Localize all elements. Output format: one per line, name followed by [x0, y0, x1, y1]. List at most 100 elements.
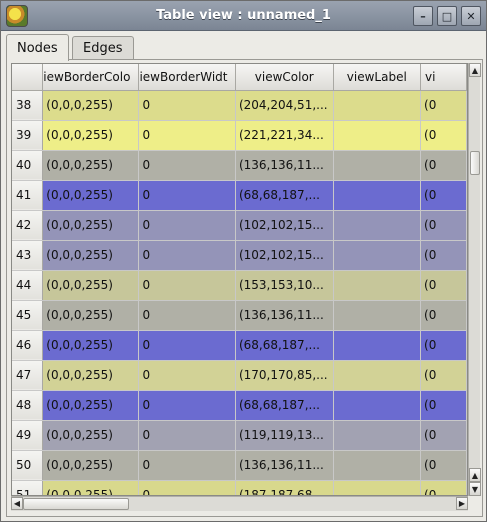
- row-header[interactable]: 45: [12, 300, 44, 331]
- table-cell[interactable]: [333, 90, 422, 121]
- table-row[interactable]: 45 (0,0,0,255) 0 (136,136,11... (0: [12, 300, 467, 331]
- table-cell[interactable]: [333, 450, 422, 481]
- row-header[interactable]: 39: [12, 120, 44, 151]
- table-cell[interactable]: [333, 300, 422, 331]
- scroll-right-icon[interactable]: ▶: [456, 497, 468, 510]
- table-cell[interactable]: (0: [420, 240, 467, 271]
- table-cell[interactable]: (0,0,0,255): [42, 450, 140, 481]
- scroll-up-icon[interactable]: ▲: [469, 468, 481, 482]
- table-cell[interactable]: (0,0,0,255): [42, 180, 140, 211]
- row-header[interactable]: 48: [12, 390, 44, 421]
- vertical-scrollbar[interactable]: ▲ ▲ ▼: [468, 63, 481, 496]
- table-cell[interactable]: (0,0,0,255): [42, 120, 140, 151]
- table-cell[interactable]: (102,102,15...: [235, 240, 334, 271]
- column-header[interactable]: vi: [420, 64, 467, 91]
- table-cell[interactable]: (136,136,11...: [235, 450, 334, 481]
- table-cell[interactable]: 0: [138, 390, 236, 421]
- table-cell[interactable]: 0: [138, 90, 236, 121]
- table-cell[interactable]: (0,0,0,255): [42, 270, 140, 301]
- table-cell[interactable]: 0: [138, 210, 236, 241]
- table-cell[interactable]: (0: [420, 480, 467, 495]
- table-cell[interactable]: 0: [138, 330, 236, 361]
- table-row[interactable]: 51 (0,0,0,255) 0 (187,187,68... (0: [12, 480, 467, 495]
- table-cell[interactable]: (68,68,187,...: [235, 390, 334, 421]
- table-cell[interactable]: (102,102,15...: [235, 210, 334, 241]
- table-cell[interactable]: (0: [420, 360, 467, 391]
- table-cell[interactable]: (0,0,0,255): [42, 150, 140, 181]
- table-cell[interactable]: (0,0,0,255): [42, 90, 140, 121]
- maximize-button[interactable]: □: [437, 6, 457, 26]
- table-cell[interactable]: [333, 360, 422, 391]
- table-cell[interactable]: (119,119,13...: [235, 420, 334, 451]
- table-cell[interactable]: 0: [138, 120, 236, 151]
- close-button[interactable]: ✕: [461, 6, 481, 26]
- minimize-button[interactable]: –: [413, 6, 433, 26]
- table-row[interactable]: 38 (0,0,0,255) 0 (204,204,51,... (0: [12, 90, 467, 121]
- table-row[interactable]: 43 (0,0,0,255) 0 (102,102,15... (0: [12, 240, 467, 271]
- table-cell[interactable]: 0: [138, 240, 236, 271]
- table-cell[interactable]: 0: [138, 360, 236, 391]
- table-row[interactable]: 49 (0,0,0,255) 0 (119,119,13... (0: [12, 420, 467, 451]
- column-header[interactable]: viewLabel: [333, 64, 422, 91]
- table-cell[interactable]: (0,0,0,255): [42, 480, 140, 495]
- table-row[interactable]: 48 (0,0,0,255) 0 (68,68,187,... (0: [12, 390, 467, 421]
- table-cell[interactable]: (0: [420, 210, 467, 241]
- table-cell[interactable]: [333, 180, 422, 211]
- table-cell[interactable]: (0,0,0,255): [42, 330, 140, 361]
- scroll-down-icon[interactable]: ▼: [469, 482, 481, 496]
- table-cell[interactable]: (0: [420, 330, 467, 361]
- table-cell[interactable]: [333, 240, 422, 271]
- table-cell[interactable]: (0,0,0,255): [42, 210, 140, 241]
- column-header[interactable]: viewColor: [235, 64, 334, 91]
- table-cell[interactable]: [333, 480, 422, 495]
- vertical-scroll-thumb[interactable]: [470, 151, 480, 175]
- column-header[interactable]: iewBorderWidt: [138, 64, 236, 91]
- table-row[interactable]: 40 (0,0,0,255) 0 (136,136,11... (0: [12, 150, 467, 181]
- table-cell[interactable]: (136,136,11...: [235, 300, 334, 331]
- row-header[interactable]: 40: [12, 150, 44, 181]
- table-cell[interactable]: (0: [420, 270, 467, 301]
- table-cell[interactable]: [333, 120, 422, 151]
- table-cell[interactable]: [333, 210, 422, 241]
- scroll-left-icon[interactable]: ◀: [11, 497, 23, 510]
- table-row[interactable]: 41 (0,0,0,255) 0 (68,68,187,... (0: [12, 180, 467, 211]
- row-header[interactable]: 50: [12, 450, 44, 481]
- table-cell[interactable]: (0: [420, 420, 467, 451]
- table-cell[interactable]: 0: [138, 420, 236, 451]
- table-cell[interactable]: (0,0,0,255): [42, 420, 140, 451]
- table-cell[interactable]: (221,221,34...: [235, 120, 334, 151]
- table-cell[interactable]: [333, 390, 422, 421]
- table-row[interactable]: 47 (0,0,0,255) 0 (170,170,85,... (0: [12, 360, 467, 391]
- table-row[interactable]: 42 (0,0,0,255) 0 (102,102,15... (0: [12, 210, 467, 241]
- table-cell[interactable]: (0,0,0,255): [42, 360, 140, 391]
- table-cell[interactable]: 0: [138, 150, 236, 181]
- table-cell[interactable]: (0,0,0,255): [42, 300, 140, 331]
- table-cell[interactable]: 0: [138, 300, 236, 331]
- table-cell[interactable]: [333, 330, 422, 361]
- table-row[interactable]: 50 (0,0,0,255) 0 (136,136,11... (0: [12, 450, 467, 481]
- row-header[interactable]: 44: [12, 270, 44, 301]
- table-cell[interactable]: [333, 270, 422, 301]
- table-cell[interactable]: [333, 420, 422, 451]
- table-cell[interactable]: (170,170,85,...: [235, 360, 334, 391]
- row-header[interactable]: 42: [12, 210, 44, 241]
- node-table[interactable]: iewBorderColo iewBorderWidt viewColor vi…: [11, 63, 468, 496]
- tab-nodes[interactable]: Nodes: [6, 34, 69, 61]
- row-header[interactable]: 51: [12, 480, 44, 495]
- tab-edges[interactable]: Edges: [72, 36, 134, 60]
- table-cell[interactable]: 0: [138, 480, 236, 495]
- row-header[interactable]: 41: [12, 180, 44, 211]
- table-cell[interactable]: (0: [420, 450, 467, 481]
- row-header[interactable]: 43: [12, 240, 44, 271]
- row-header[interactable]: 46: [12, 330, 44, 361]
- table-cell[interactable]: (187,187,68...: [235, 480, 334, 495]
- table-row[interactable]: 44 (0,0,0,255) 0 (153,153,10... (0: [12, 270, 467, 301]
- table-cell[interactable]: (0: [420, 120, 467, 151]
- table-cell[interactable]: (153,153,10...: [235, 270, 334, 301]
- corner-header[interactable]: [12, 64, 44, 91]
- horizontal-scroll-thumb[interactable]: [23, 498, 129, 510]
- table-cell[interactable]: (0: [420, 300, 467, 331]
- table-cell[interactable]: (0: [420, 390, 467, 421]
- table-cell[interactable]: 0: [138, 180, 236, 211]
- row-header[interactable]: 38: [12, 90, 44, 121]
